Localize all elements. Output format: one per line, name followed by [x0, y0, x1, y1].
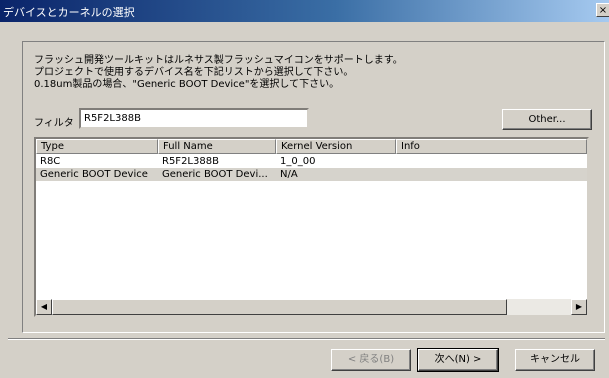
column-header-kernel-version[interactable]: Kernel Version — [276, 139, 396, 154]
triangle-left-icon: ◀ — [40, 302, 48, 311]
description-line-1: フラッシュ開発ツールキットはルネサス製フラッシュマイコンをサポートします。 — [34, 55, 403, 66]
list-header: Type Full Name Kernel Version Info — [36, 139, 587, 154]
close-icon: × — [598, 5, 608, 16]
cell-kernel-version: 1_0_00 — [280, 156, 316, 167]
triangle-right-icon: ▶ — [575, 302, 583, 311]
close-button[interactable]: × — [596, 3, 609, 17]
column-header-type[interactable]: Type — [36, 139, 158, 154]
window-title: デバイスとカーネルの選択 — [3, 6, 135, 19]
separator — [8, 338, 605, 340]
description-line-2: プロジェクトで使用するデバイス名を下記リストから選択して下さい。 — [34, 67, 354, 78]
filter-input[interactable] — [79, 108, 309, 129]
table-row[interactable]: R8C R5F2L388B 1_0_00 — [36, 155, 587, 168]
device-list[interactable]: Type Full Name Kernel Version Info R8C R… — [34, 137, 589, 317]
description-line-3: 0.18um製品の場合、"Generic BOOT Device"を選択して下さ… — [34, 79, 340, 90]
column-header-full-name[interactable]: Full Name — [158, 139, 276, 154]
scroll-thumb[interactable] — [52, 299, 507, 315]
cell-info — [396, 168, 587, 181]
title-bar: デバイスとカーネルの選択 — [0, 0, 609, 22]
description-text: フラッシュ開発ツールキットはルネサス製フラッシュマイコンをサポートします。 プロ… — [34, 55, 403, 91]
horizontal-scrollbar[interactable]: ◀ ▶ — [36, 299, 587, 315]
cell-full-name: R5F2L388B — [162, 156, 219, 167]
table-row[interactable]: Generic BOOT Device Generic BOOT Devi...… — [36, 168, 587, 181]
scroll-right-button[interactable]: ▶ — [571, 299, 587, 315]
cell-type: Generic BOOT Device — [40, 169, 148, 180]
cell-info — [396, 155, 587, 168]
cell-full-name: Generic BOOT Devi... — [162, 169, 268, 180]
back-button[interactable]: < 戻る(B) — [331, 349, 411, 371]
other-button[interactable]: Other... — [502, 109, 592, 130]
scroll-left-button[interactable]: ◀ — [36, 299, 52, 315]
filter-label: フィルタ — [34, 118, 74, 129]
column-header-info[interactable]: Info — [396, 139, 587, 154]
cell-type: R8C — [40, 156, 61, 167]
cell-kernel-version: N/A — [280, 169, 298, 180]
next-button[interactable]: 次へ(N) > — [417, 348, 499, 372]
cancel-button[interactable]: キャンセル — [515, 349, 595, 371]
